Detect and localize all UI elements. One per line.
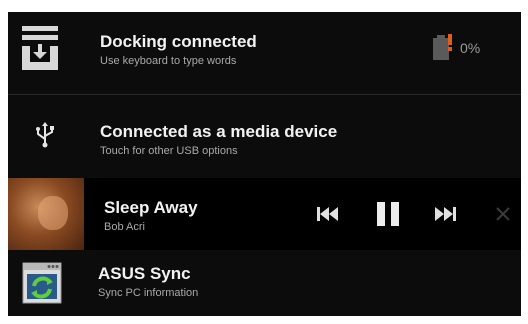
asus-sync-icon xyxy=(22,262,62,304)
track-title: Sleep Away xyxy=(104,198,198,217)
album-art xyxy=(8,178,84,250)
track-artist: Bob Acri xyxy=(104,221,145,233)
pause-button[interactable] xyxy=(368,198,408,230)
usb-texts: Connected as a media device Touch for ot… xyxy=(100,122,337,158)
music-texts: Sleep Away Bob Acri xyxy=(104,198,198,234)
usb-icon-cell xyxy=(8,94,88,178)
usb-title: Connected as a media device xyxy=(100,122,338,141)
pause-icon xyxy=(377,202,399,226)
docking-texts: Docking connected Use keyboard to type w… xyxy=(100,32,257,68)
docking-title: Docking connected xyxy=(100,32,257,51)
usb-icon xyxy=(36,122,54,148)
asus-sync-title: ASUS Sync xyxy=(98,264,191,283)
previous-track-button[interactable] xyxy=(308,198,348,230)
asus-sync-subtitle: Sync PC information xyxy=(98,287,199,299)
battery-percent: 0% xyxy=(460,40,481,56)
download-tray-icon xyxy=(22,26,58,70)
docking-subtitle: Use keyboard to type words xyxy=(100,55,237,67)
asus-sync-texts: ASUS Sync Sync PC information xyxy=(98,264,198,300)
previous-track-icon xyxy=(317,207,338,221)
notification-asus-sync[interactable]: ASUS Sync Sync PC information xyxy=(8,250,521,316)
notification-docking[interactable]: Docking connected Use keyboard to type w… xyxy=(8,12,521,94)
next-track-icon xyxy=(435,207,456,221)
asus-sync-icon-cell xyxy=(8,250,88,316)
notification-panel: Docking connected Use keyboard to type w… xyxy=(8,12,521,316)
next-track-button[interactable] xyxy=(426,198,466,230)
battery-alert-icon xyxy=(433,34,452,60)
battery-status: 0% xyxy=(430,34,480,62)
usb-subtitle: Touch for other USB options xyxy=(100,145,238,157)
notification-music[interactable]: Sleep Away Bob Acri xyxy=(8,178,521,250)
close-button[interactable] xyxy=(486,198,520,230)
close-icon xyxy=(496,207,510,221)
notification-usb[interactable]: Connected as a media device Touch for ot… xyxy=(8,94,521,178)
docking-icon-cell xyxy=(8,12,88,94)
